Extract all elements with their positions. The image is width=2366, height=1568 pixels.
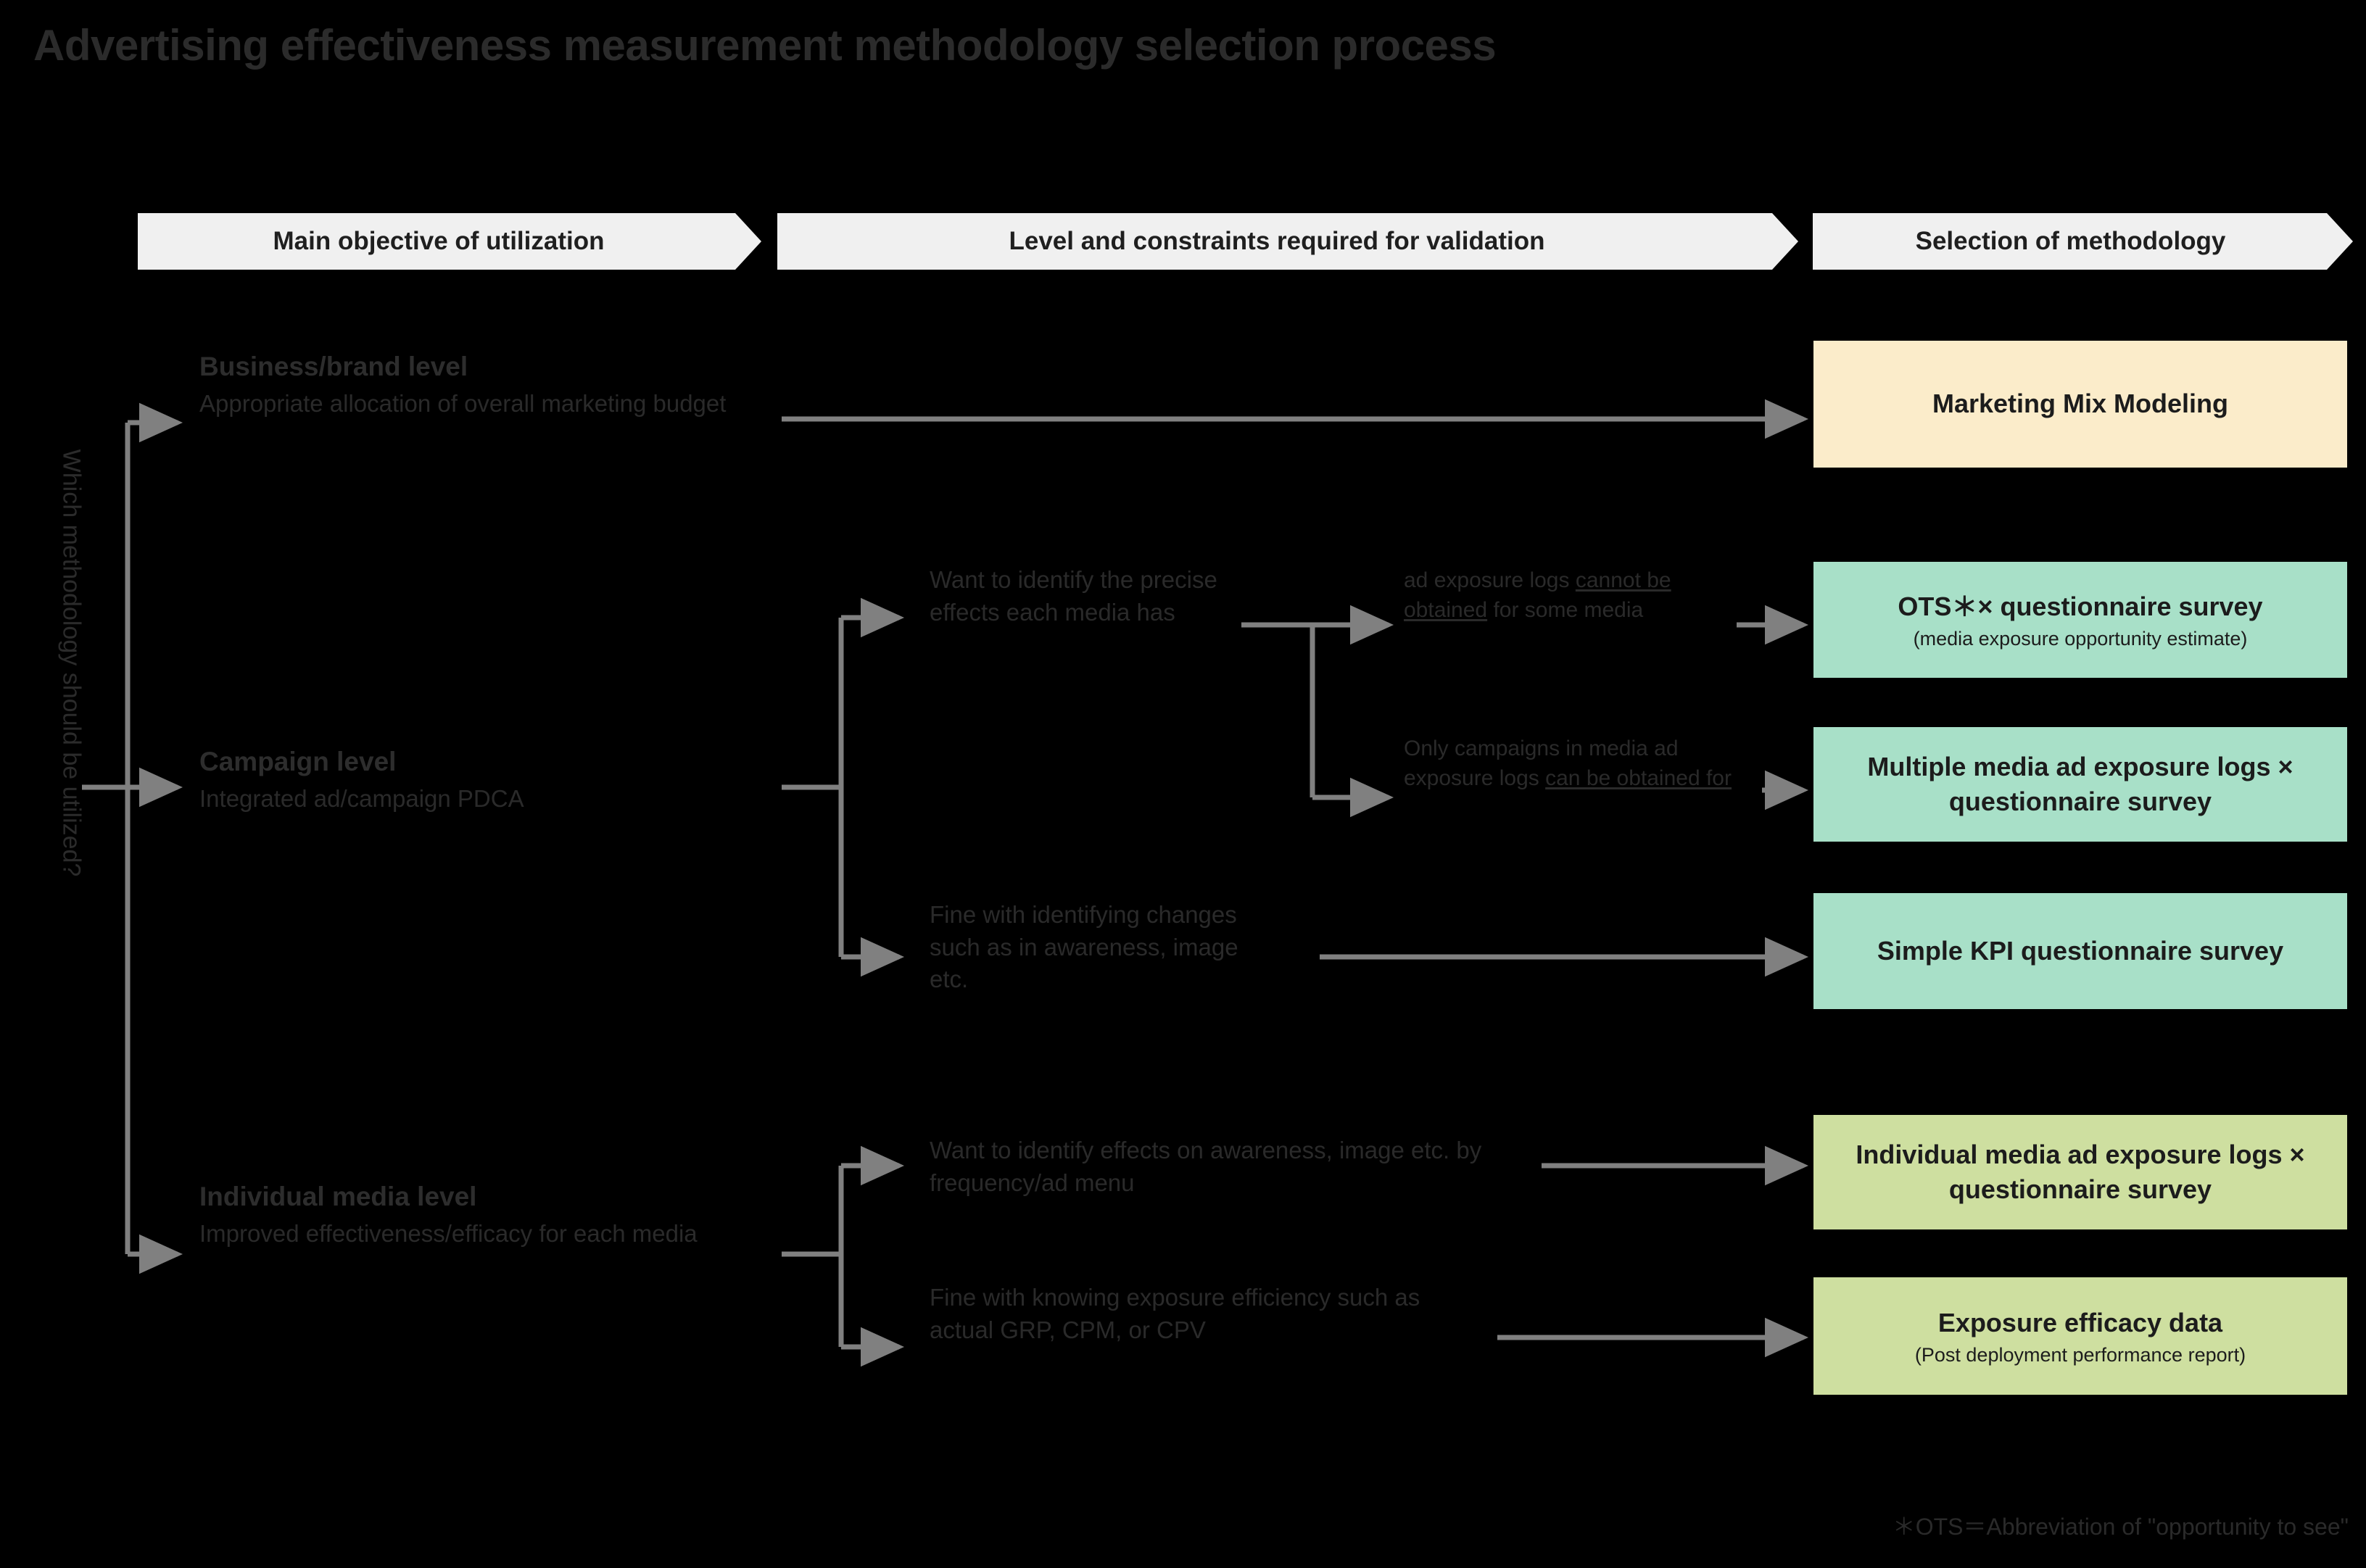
result-box-simple-kpi-survey[interactable]: Simple KPI questionnaire survey	[1813, 893, 2347, 1009]
banner-constraints-label: Level and constraints required for valid…	[1009, 227, 1545, 255]
constraint-logs-can-be-obtained: Only campaigns in media ad exposure logs…	[1404, 734, 1745, 794]
vertical-question-label: Which methodology should be utilized?	[57, 449, 86, 877]
result-individual-title: Individual media ad exposure logs × ques…	[1856, 1139, 2305, 1204]
banner-selection-methodology: Selection of methodology	[1813, 213, 2353, 270]
result-box-ots-questionnaire-survey[interactable]: OTS＊× questionnaire survey (media exposu…	[1813, 562, 2347, 678]
result-kpi-title: Simple KPI questionnaire survey	[1877, 935, 2284, 966]
banner-selection-label: Selection of methodology	[1915, 227, 2226, 255]
level-business-desc: Appropriate allocation of overall market…	[199, 390, 727, 417]
result-exposure-subtitle: (Post deployment performance report)	[1914, 1343, 2246, 1366]
level-individual-media: Individual media level Improved effectiv…	[199, 1182, 698, 1250]
level-business-title: Business/brand level	[199, 352, 468, 381]
result-ots-title: OTS＊× questionnaire survey	[1898, 591, 2263, 621]
level-campaign-title: Campaign level	[199, 747, 397, 776]
result-ots-subtitle: (media exposure opportunity estimate)	[1913, 627, 2248, 650]
footnote-ots-abbreviation: ＊OTS＝Abbreviation of "opportunity to see…	[1892, 1514, 2349, 1540]
result-box-individual-media-logs[interactable]: Individual media ad exposure logs × ques…	[1813, 1115, 2347, 1229]
constraint-can-underlined: can be obtained for	[1545, 766, 1732, 791]
level-individual-title: Individual media level	[199, 1182, 477, 1211]
condition-frequency-ad-menu: Want to identify effects on awareness, i…	[930, 1137, 1482, 1196]
banner-objective-label: Main objective of utilization	[273, 227, 605, 255]
result-exposure-title: Exposure efficacy data	[1937, 1307, 2223, 1337]
banner-main-objective: Main objective of utilization	[138, 213, 761, 270]
condition-precise-effects: Want to identify the precise effects eac…	[930, 566, 1217, 626]
condition-exposure-efficiency: Fine with knowing exposure efficiency su…	[930, 1284, 1420, 1343]
result-mmm-title: Marketing Mix Modeling	[1932, 389, 2229, 419]
page-title: Advertising effectiveness measurement me…	[33, 21, 1497, 70]
constraint-cannot-post: for some media	[1487, 598, 1644, 623]
level-individual-desc: Improved effectiveness/efficacy for each…	[199, 1220, 698, 1247]
constraint-cannot-pre: ad exposure logs	[1404, 568, 1576, 592]
result-box-marketing-mix-modeling[interactable]: Marketing Mix Modeling	[1813, 341, 2347, 468]
result-box-multiple-media-logs[interactable]: Multiple media ad exposure logs × questi…	[1813, 727, 2347, 842]
banner-level-constraints: Level and constraints required for valid…	[777, 213, 1798, 270]
constraint-logs-cannot-be-obtained: ad exposure logs cannot be obtained for …	[1404, 565, 1723, 626]
condition-awareness-changes: Fine with identifying changes such as in…	[930, 901, 1238, 993]
result-multiple-title: Multiple media ad exposure logs × questi…	[1867, 751, 2293, 816]
level-business-brand: Business/brand level Appropriate allocat…	[199, 352, 726, 420]
result-box-exposure-efficacy-data[interactable]: Exposure efficacy data (Post deployment …	[1813, 1277, 2347, 1395]
diagram-canvas: Advertising effectiveness measurement me…	[0, 0, 2366, 1568]
level-campaign: Campaign level Integrated ad/campaign PD…	[199, 747, 524, 815]
level-campaign-desc: Integrated ad/campaign PDCA	[199, 785, 524, 812]
